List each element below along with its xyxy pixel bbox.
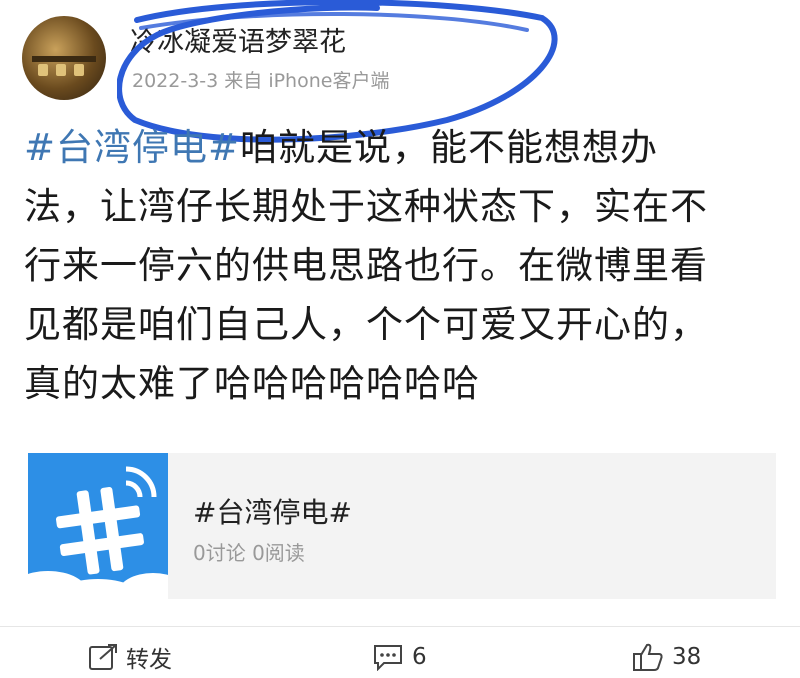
post-header: 冷冰凝爱语梦翠花 2022-3-3 来自 iPhone客户端 — [22, 0, 782, 143]
post-body: #台湾停电#咱就是说，能不能想想办 法，让湾仔长期处于这种状态下，实在不 行来一… — [24, 118, 774, 413]
like-button[interactable]: 38 — [632, 640, 701, 674]
post-line-2: 法，让湾仔长期处于这种状态下，实在不 — [24, 185, 708, 228]
hashtag-wifi-icon — [28, 453, 168, 599]
repost-icon — [89, 644, 117, 670]
like-count: 38 — [672, 644, 702, 670]
thumbs-up-icon — [633, 643, 663, 671]
topic-stats: 0讨论 0阅读 — [193, 541, 305, 565]
hashtag-link[interactable]: #台湾停电# — [24, 126, 240, 169]
username[interactable]: 冷冰凝爱语梦翠花 — [130, 20, 346, 59]
comment-button[interactable]: 6 — [372, 640, 427, 674]
post-line-3: 行来一停六的供电思路也行。在微博里看 — [24, 244, 708, 287]
action-divider — [0, 626, 800, 627]
post-line-1: #台湾停电#咱就是说，能不能想想办 — [24, 126, 659, 169]
repost-button[interactable]: 转发 — [88, 640, 172, 674]
avatar[interactable] — [22, 16, 106, 100]
repost-label: 转发 — [126, 647, 172, 673]
comment-count: 6 — [412, 644, 427, 670]
topic-title[interactable]: #台湾停电# — [193, 491, 352, 531]
topic-card[interactable]: #台湾停电# 0讨论 0阅读 — [28, 453, 776, 599]
post-meta: 2022-3-3 来自 iPhone客户端 — [132, 70, 390, 92]
post-line-4: 见都是咱们自己人，个个可爱又开心的， — [24, 303, 708, 346]
post-line-5: 真的太难了哈哈哈哈哈哈哈 — [24, 362, 480, 405]
comment-icon — [374, 645, 402, 671]
